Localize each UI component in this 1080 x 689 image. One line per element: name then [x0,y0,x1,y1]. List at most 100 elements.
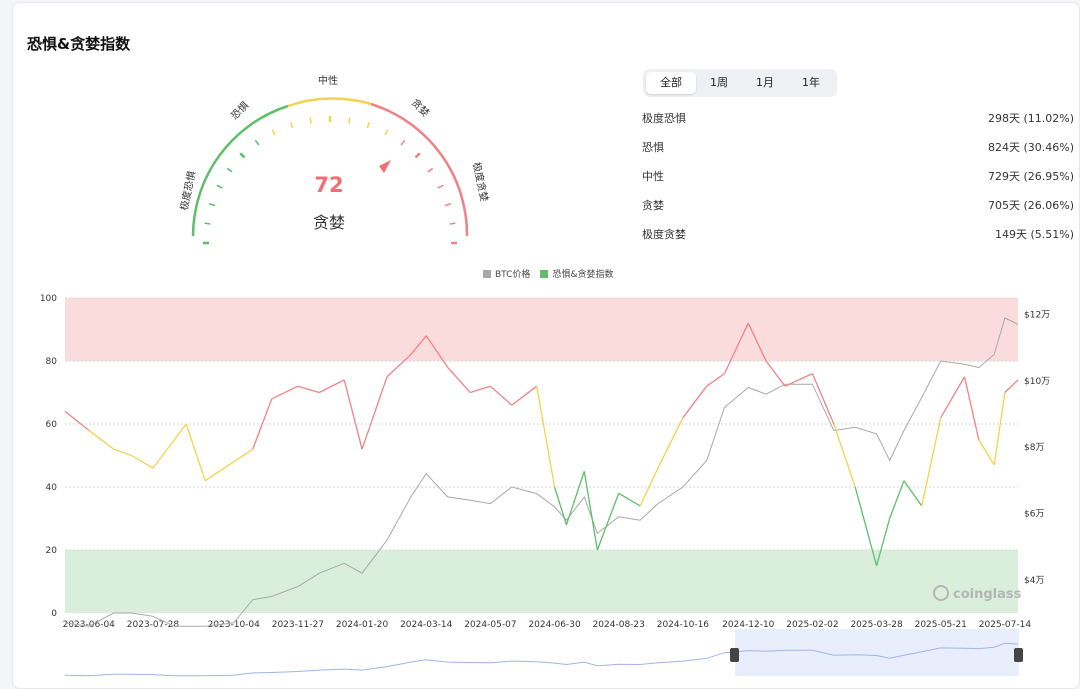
x-tick-label: 2023-06-04 [63,620,116,630]
gauge-value: 72 [314,173,344,197]
gauge-label-fear: 恐惧 [229,99,252,122]
index-segment [618,492,641,507]
fear-greed-card: 恐惧&贪婪指数 极度恐惧 恐惧 中性 贪婪 极度贪婪 0 20 40 60 80 100 … [12,2,1080,689]
x-tick-label: 2024-03-14 [400,620,453,630]
index-segment [113,448,132,457]
index-segment [765,360,786,387]
index-segment [489,385,513,406]
right-tick-label: $10万 [1024,377,1050,387]
index-segment [903,480,923,507]
left-tick-label: 20 [46,546,58,556]
gauge-label-extreme-greed: 极度贪婪 [470,161,491,203]
index-segment [536,386,556,488]
gauge-tick [366,121,370,129]
gauge-tick [208,203,216,207]
x-tick-label: 2024-10-16 [657,620,710,630]
stat-value: 705天 (26.06%) [987,199,1074,212]
gauge-tick [290,121,294,129]
stat-value: 824天 (30.46%) [987,141,1074,154]
gauge-tick [449,222,456,225]
gauge-tick [239,152,246,159]
gauge-tick [204,222,211,225]
navigator-handle-right[interactable] [1014,648,1023,662]
index-segment [963,376,980,440]
legend-swatch-index [540,270,549,278]
gauge-tick [444,203,452,207]
range-navigator[interactable] [64,629,1023,677]
right-tick-label: $6万 [1024,510,1044,520]
left-tick-label: 60 [46,420,58,430]
stat-row-fear: 恐惧 824天 (30.46%) [642,137,1074,166]
range-tabs: 全部 1周 1月 1年 [643,69,837,97]
gauge-tick [384,129,389,136]
index-segment [88,429,115,450]
index-segment [343,379,363,450]
index-segment [978,439,995,466]
stat-label: 中性 [642,170,664,183]
gauge-label-neutral: 中性 [318,74,338,87]
index-segment [152,439,175,469]
x-tick-label: 2024-01-20 [336,620,389,630]
gauge-tick [309,117,312,124]
stat-label: 贪婪 [642,199,664,212]
legend-label-btc: BTC价格 [495,270,531,280]
right-tick-label: $4万 [1024,576,1044,586]
index-segment [706,373,725,387]
stat-value: 729天 (26.95%) [987,170,1074,183]
gauge-tick [414,152,421,159]
index-segment [833,423,856,488]
left-tick-label: 80 [46,357,58,367]
navigator-handle-left[interactable] [730,648,739,662]
gauge-pointer-icon [379,160,391,173]
x-tick-label: 2025-07-14 [979,620,1032,630]
legend-swatch-btc [483,270,491,278]
index-segment [204,461,235,482]
x-axis: 2023-06-04 2023-07-28 2023-10-04 2023-11-27… [63,620,1032,630]
gauge-tick [216,184,223,189]
index-segment [173,423,187,441]
x-tick-label: 2024-12-10 [722,620,775,630]
legend-item-index[interactable]: 恐惧&贪婪指数 [540,267,613,280]
index-segment [131,454,154,469]
index-segment [596,493,620,551]
tab-1y[interactable]: 1年 [788,72,834,94]
right-tick-label: $8万 [1024,443,1044,453]
stat-row-greed: 贪婪 705天 (26.06%) [642,195,1074,224]
index-segment [889,480,905,519]
gauge-value-label: 贪婪 [312,213,345,232]
left-axis: 0 20 40 60 80 100 [40,294,57,619]
chart-legend: BTC价格 恐惧&贪婪指数 [483,267,613,280]
watermark-text: coinglass [953,587,1022,602]
index-segment [297,385,320,394]
tab-all[interactable]: 全部 [646,72,696,94]
navigator-selected-range [735,629,1019,676]
gauge-label-extreme-fear: 极度恐惧 [177,170,198,212]
index-segment [64,410,90,431]
index-segment [361,376,388,450]
fear-greed-chart: 0 20 40 60 80 100 $4万 $6万 $8万 $10万 $12万 2023-06-0… [40,294,1050,630]
index-segment [553,486,568,525]
tab-1w[interactable]: 1周 [696,72,742,94]
index-segment [318,379,345,394]
left-tick-label: 0 [51,609,57,619]
stat-value: 298天 (11.02%) [987,112,1074,125]
index-segment [993,392,1006,466]
right-tick-label: $12万 [1024,311,1050,321]
x-tick-label: 2025-05-21 [915,620,967,630]
x-tick-label: 2024-05-07 [464,620,516,630]
index-segment [811,373,835,425]
tab-1m[interactable]: 1月 [742,72,788,94]
index-segment [511,385,538,406]
index-segment [583,471,598,551]
gauge-tick [400,139,406,146]
gauge-tick [271,129,276,136]
x-tick-label: 2023-11-27 [272,620,324,630]
legend-item-btc[interactable]: BTC价格 [483,267,530,280]
legend-label-index: 恐惧&贪婪指数 [552,270,614,280]
stat-label: 恐惧 [642,141,664,154]
x-tick-label: 2025-02-02 [786,620,838,630]
left-tick-label: 100 [40,294,57,304]
index-segment [921,417,942,507]
greed-zone [65,298,1018,361]
right-axis: $4万 $6万 $8万 $10万 $12万 [1024,311,1050,586]
